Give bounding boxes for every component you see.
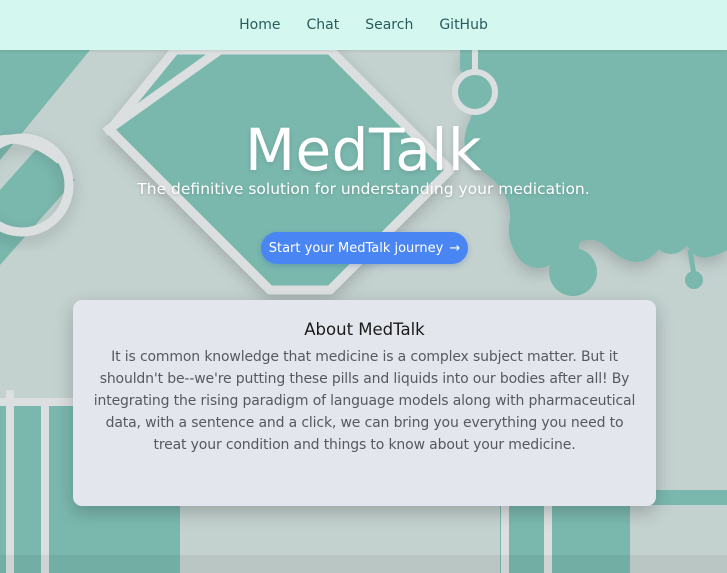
arrow-right-icon: → — [449, 240, 461, 256]
hero-subtitle: The definitive solution for understandin… — [137, 180, 590, 198]
cta-label: Start your MedTalk journey — [268, 240, 444, 256]
start-journey-button[interactable]: Start your MedTalk journey → — [261, 232, 468, 264]
about-description: It is common knowledge that medicine is … — [93, 349, 636, 453]
nav-link-github[interactable]: GitHub — [439, 17, 488, 33]
about-title: About MedTalk — [304, 320, 425, 339]
nav-link-chat[interactable]: Chat — [307, 17, 340, 33]
nav-link-home[interactable]: Home — [239, 17, 280, 33]
nav-link-search[interactable]: Search — [365, 17, 413, 33]
top-navbar: Home Chat Search GitHub — [0, 0, 727, 50]
hero-title: MedTalk — [244, 116, 483, 184]
about-card: About MedTalk It is common knowledge tha… — [73, 300, 656, 506]
